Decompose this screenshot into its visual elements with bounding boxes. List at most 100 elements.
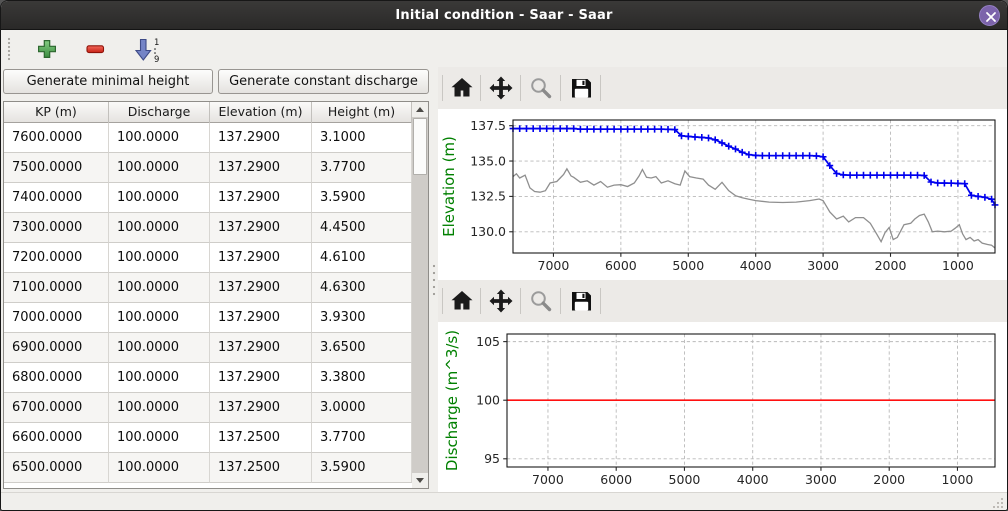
titlebar[interactable]: Initial condition - Saar - Saar [1, 1, 1007, 30]
table-cell[interactable]: 3.5900 [312, 183, 412, 213]
home-button[interactable] [449, 288, 475, 314]
pan-icon [488, 288, 514, 314]
table-cell[interactable]: 6700.0000 [4, 393, 109, 423]
table-cell[interactable]: 6600.0000 [4, 423, 109, 453]
table-cell[interactable]: 100.0000 [109, 243, 210, 273]
zoom-button[interactable] [528, 288, 554, 314]
svg-text:1: 1 [154, 38, 159, 48]
table-cell[interactable]: 137.2900 [210, 393, 312, 423]
table-row[interactable]: 7200.0000100.0000137.29004.6100 [4, 243, 412, 273]
elevation-chart: 7000600050004000300020001000137.5135.013… [438, 109, 1007, 280]
discharge-chart: 700060005000400030002000100010510095Disc… [438, 322, 1007, 492]
table-cell[interactable]: 100.0000 [109, 303, 210, 333]
resize-grip[interactable] [991, 496, 1004, 509]
table-cell[interactable]: 137.2500 [210, 453, 312, 483]
table-cell[interactable]: 7600.0000 [4, 123, 109, 153]
generate-minimal-height-button[interactable]: Generate minimal height [3, 69, 213, 94]
table-cell[interactable]: 7200.0000 [4, 243, 109, 273]
table-cell[interactable]: 4.4500 [312, 213, 412, 243]
table-cell[interactable]: 3.5900 [312, 453, 412, 483]
table-body: 7600.0000100.0000137.29003.10007500.0000… [4, 123, 412, 488]
table-row[interactable]: 7600.0000100.0000137.29003.1000 [4, 123, 412, 153]
table-row[interactable]: 6900.0000100.0000137.29003.6500 [4, 333, 412, 363]
table-cell[interactable]: 137.2900 [210, 123, 312, 153]
table-cell[interactable]: 137.2900 [210, 333, 312, 363]
table-cell[interactable]: 137.2900 [210, 363, 312, 393]
table-row[interactable]: 6700.0000100.0000137.29003.0000 [4, 393, 412, 423]
remove-row-button[interactable] [83, 37, 107, 61]
discharge-figure: 700060005000400030002000100010510095Disc… [438, 322, 1007, 492]
table-cell[interactable]: 100.0000 [109, 363, 210, 393]
table-cell[interactable]: 7300.0000 [4, 213, 109, 243]
table-cell[interactable]: 137.2900 [210, 213, 312, 243]
zoom-button[interactable] [528, 75, 554, 101]
scroll-up-button[interactable] [412, 102, 428, 117]
table-cell[interactable]: 137.2900 [210, 243, 312, 273]
table-row[interactable]: 7100.0000100.0000137.29004.6300 [4, 273, 412, 303]
sort-button[interactable]: 1 9 [133, 37, 161, 61]
table-cell[interactable]: 3.1000 [312, 123, 412, 153]
table-cell[interactable]: 3.7700 [312, 423, 412, 453]
save-button[interactable] [568, 75, 594, 101]
table-cell[interactable]: 100.0000 [109, 333, 210, 363]
table-cell[interactable]: 100.0000 [109, 123, 210, 153]
pan-button[interactable] [488, 75, 514, 101]
table-cell[interactable]: 100.0000 [109, 423, 210, 453]
table-cell[interactable]: 4.6100 [312, 243, 412, 273]
y-axis-label: Discharge (m^3/s) [443, 330, 461, 471]
svg-text:9: 9 [154, 55, 159, 63]
table-cell[interactable]: 137.2500 [210, 423, 312, 453]
svg-text:95: 95 [484, 451, 500, 466]
table-cell[interactable]: 7000.0000 [4, 303, 109, 333]
table-cell[interactable]: 137.2900 [210, 183, 312, 213]
table-cell[interactable]: 137.2900 [210, 303, 312, 333]
table-cell[interactable]: 3.7700 [312, 153, 412, 183]
table-cell[interactable]: 7400.0000 [4, 183, 109, 213]
add-row-button[interactable] [35, 37, 59, 61]
table-cell[interactable]: 137.2900 [210, 273, 312, 303]
discharge-plot-toolbar [438, 280, 1007, 322]
data-table: KP (m) Discharge (m³/s) Elevation (m) He… [3, 101, 429, 489]
table-row[interactable]: 6800.0000100.0000137.29003.3800 [4, 363, 412, 393]
column-header-discharge[interactable]: Discharge (m³/s) [109, 102, 210, 123]
table-cell[interactable]: 3.0000 [312, 393, 412, 423]
table-row[interactable]: 7000.0000100.0000137.29003.9300 [4, 303, 412, 333]
pane-splitter[interactable] [430, 67, 438, 492]
save-button[interactable] [568, 288, 594, 314]
scroll-down-button[interactable] [412, 473, 428, 488]
table-cell[interactable]: 100.0000 [109, 453, 210, 483]
generate-constant-discharge-button[interactable]: Generate constant discharge [218, 69, 429, 94]
table-cell[interactable]: 6900.0000 [4, 333, 109, 363]
home-button[interactable] [449, 75, 475, 101]
table-cell[interactable]: 4.6300 [312, 273, 412, 303]
table-cell[interactable]: 100.0000 [109, 183, 210, 213]
table-cell[interactable]: 100.0000 [109, 273, 210, 303]
window: Initial condition - Saar - Saar [0, 0, 1008, 511]
toolbar-drag-handle[interactable] [5, 37, 13, 61]
table-cell[interactable]: 3.9300 [312, 303, 412, 333]
pan-button[interactable] [488, 288, 514, 314]
table-row[interactable]: 7500.0000100.0000137.29003.7700 [4, 153, 412, 183]
table-cell[interactable]: 137.2900 [210, 153, 312, 183]
svg-text:6000: 6000 [600, 472, 632, 487]
table-cell[interactable]: 7100.0000 [4, 273, 109, 303]
table-row[interactable]: 6500.0000100.0000137.25003.5900 [4, 453, 412, 483]
table-cell[interactable]: 3.3800 [312, 363, 412, 393]
table-row[interactable]: 7400.0000100.0000137.29003.5900 [4, 183, 412, 213]
table-row[interactable]: 7300.0000100.0000137.29004.4500 [4, 213, 412, 243]
table-cell[interactable]: 7500.0000 [4, 153, 109, 183]
table-cell[interactable]: 3.6500 [312, 333, 412, 363]
table-cell[interactable]: 100.0000 [109, 153, 210, 183]
table-scrollbar[interactable] [412, 102, 428, 488]
table-cell[interactable]: 100.0000 [109, 213, 210, 243]
column-header-kp[interactable]: KP (m) [4, 102, 109, 123]
column-header-height[interactable]: Height (m) [312, 102, 412, 123]
column-header-elevation[interactable]: Elevation (m) [210, 102, 312, 123]
scroll-thumb[interactable] [413, 118, 427, 175]
table-cell[interactable]: 6500.0000 [4, 453, 109, 483]
close-button[interactable] [979, 5, 1000, 26]
table-row[interactable]: 6600.0000100.0000137.25003.7700 [4, 423, 412, 453]
svg-text:3000: 3000 [805, 472, 837, 487]
table-cell[interactable]: 100.0000 [109, 393, 210, 423]
table-cell[interactable]: 6800.0000 [4, 363, 109, 393]
